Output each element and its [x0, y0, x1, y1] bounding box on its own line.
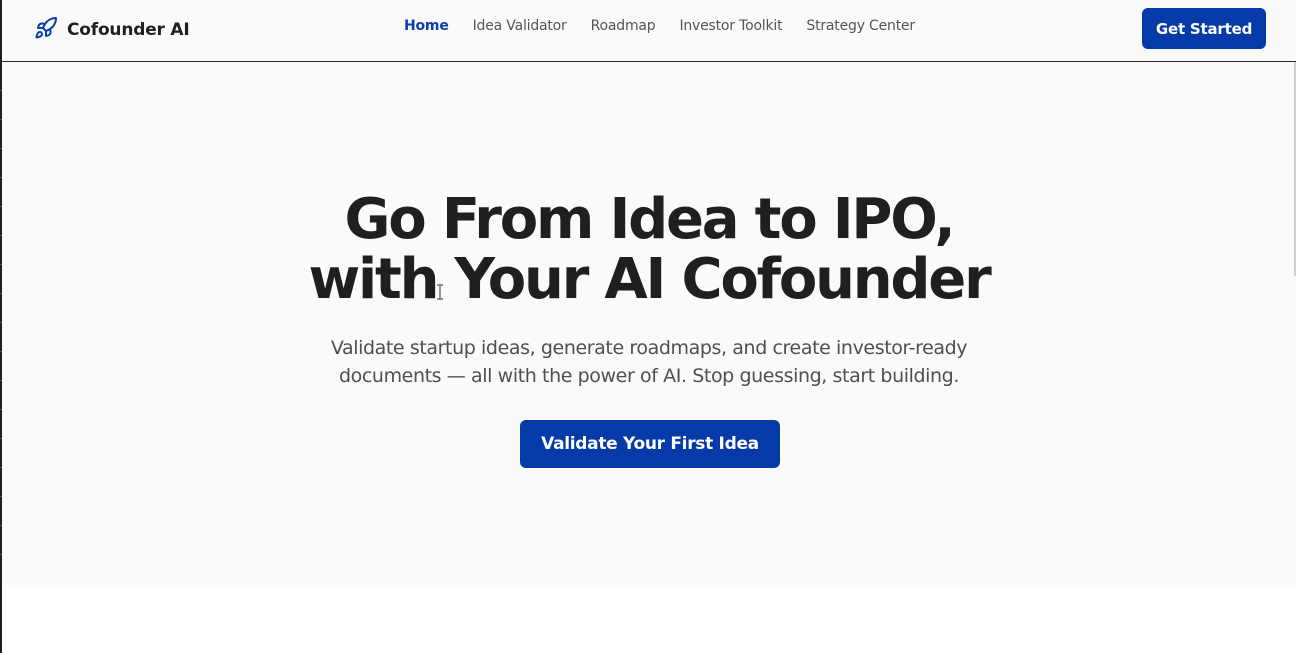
hero-title: Go From Idea to IPO, with Your AI Cofoun… [2, 190, 1296, 310]
text-cursor-icon [436, 284, 444, 300]
hero-title-line-1: Go From Idea to IPO, [344, 187, 956, 252]
nav-home[interactable]: Home [404, 18, 449, 34]
nav-idea-validator[interactable]: Idea Validator [473, 18, 567, 34]
hero-title-line-2: with Your AI Cofounder [308, 247, 991, 312]
rocket-icon [34, 16, 58, 44]
hero-section: Go From Idea to IPO, with Your AI Cofoun… [2, 62, 1296, 585]
next-section [2, 585, 1296, 653]
validate-idea-button[interactable]: Validate Your First Idea [520, 420, 780, 468]
main-nav: Home Idea Validator Roadmap Investor Too… [404, 18, 939, 34]
brand-name: Cofounder AI [67, 20, 190, 40]
top-navbar: Cofounder AI Home Idea Validator Roadmap… [2, 0, 1296, 62]
nav-roadmap[interactable]: Roadmap [591, 18, 656, 34]
get-started-button[interactable]: Get Started [1142, 8, 1266, 49]
nav-strategy-center[interactable]: Strategy Center [806, 18, 915, 34]
brand-logo[interactable]: Cofounder AI [34, 16, 190, 44]
nav-investor-toolkit[interactable]: Investor Toolkit [679, 18, 782, 34]
hero-subtitle: Validate startup ideas, generate roadmap… [330, 337, 968, 387]
